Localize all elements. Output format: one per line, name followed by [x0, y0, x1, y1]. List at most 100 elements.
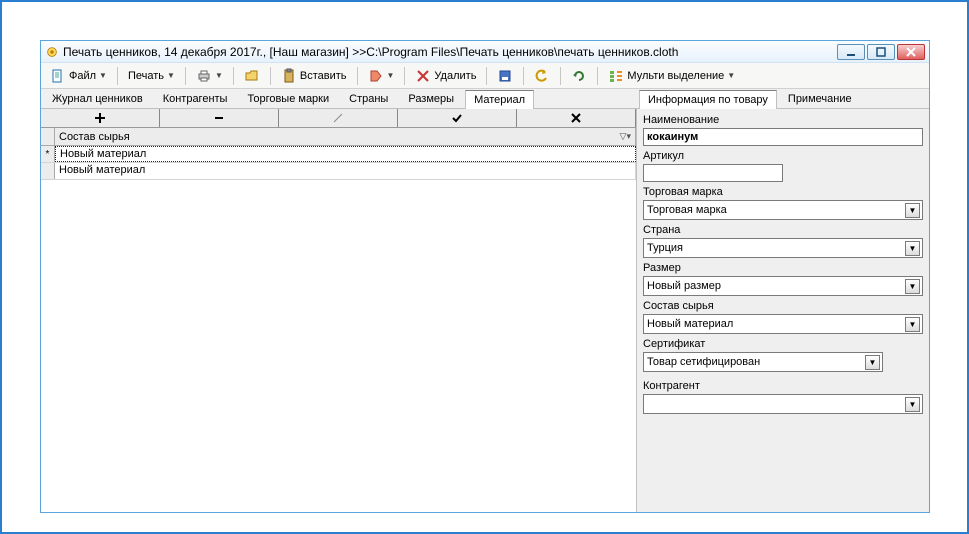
app-icon [45, 45, 59, 59]
printer-icon [196, 68, 212, 84]
filter-icon[interactable]: ▽▾ [620, 131, 631, 142]
multi-select-icon [608, 68, 624, 84]
window-title: Печать ценников, 14 декабря 2017г., [Наш… [63, 45, 837, 59]
label-material: Состав сырья [643, 300, 923, 312]
combo-value: Турция [647, 242, 683, 254]
label-article: Артикул [643, 150, 923, 162]
main-toolbar: Файл ▼ Печать ▼ ▼ Вставить [41, 63, 929, 89]
label-brand: Торговая марка [643, 186, 923, 198]
folder-open-icon [244, 68, 260, 84]
size-combo[interactable]: Новый размер ▼ [643, 276, 923, 296]
multi-label: Мульти выделение [627, 70, 724, 82]
separator [404, 67, 405, 85]
paste-label: Вставить [300, 70, 347, 82]
file-label: Файл [69, 70, 96, 82]
tag-button[interactable]: ▼ [363, 65, 400, 87]
edit-row-button[interactable] [279, 109, 398, 127]
separator [486, 67, 487, 85]
chevron-down-icon[interactable]: ▼ [905, 317, 920, 332]
tab-sizes[interactable]: Размеры [399, 89, 463, 108]
grid-action-bar [41, 109, 636, 128]
delete-label: Удалить [434, 70, 476, 82]
chevron-down-icon: ▼ [727, 71, 735, 80]
confirm-button[interactable] [398, 109, 517, 127]
row-indicator: * [41, 146, 55, 162]
undo-icon [534, 68, 550, 84]
material-combo[interactable]: Новый материал ▼ [643, 314, 923, 334]
chevron-down-icon[interactable]: ▼ [865, 355, 880, 370]
combo-value: Торговая марка [647, 204, 727, 216]
tab-brands[interactable]: Торговые марки [238, 89, 338, 108]
tab-countries[interactable]: Страны [340, 89, 397, 108]
chevron-down-icon: ▼ [167, 71, 175, 80]
minimize-button[interactable] [837, 44, 865, 60]
maximize-button[interactable] [867, 44, 895, 60]
separator [270, 67, 271, 85]
table-row[interactable]: * Новый материал [41, 146, 636, 163]
grid-indicator-header [41, 128, 55, 145]
chevron-down-icon: ▼ [387, 71, 395, 80]
tab-note[interactable]: Примечание [779, 89, 861, 108]
separator [185, 67, 186, 85]
cancel-button[interactable] [517, 109, 636, 127]
application-frame: Печать ценников, 14 декабря 2017г., [Наш… [0, 0, 969, 534]
separator [560, 67, 561, 85]
label-size: Размер [643, 262, 923, 274]
chevron-down-icon[interactable]: ▼ [905, 279, 920, 294]
tab-contractors[interactable]: Контрагенты [154, 89, 237, 108]
separator [597, 67, 598, 85]
undo-button[interactable] [529, 65, 555, 87]
cert-combo[interactable]: Товар сетифицирован ▼ [643, 352, 883, 372]
details-pane: Наименование Артикул Торговая марка Торг… [637, 109, 929, 512]
cell-value[interactable]: Новый материал [55, 146, 636, 162]
combo-value: Товар сетифицирован [647, 356, 760, 368]
contractor-combo[interactable]: ▼ [643, 394, 923, 414]
table-row[interactable]: Новый материал [41, 163, 636, 180]
open-button[interactable] [239, 65, 265, 87]
name-input[interactable] [643, 128, 923, 146]
tab-material[interactable]: Материал [465, 90, 534, 109]
close-button[interactable] [897, 44, 925, 60]
print-label: Печать [128, 70, 164, 82]
refresh-button[interactable] [566, 65, 592, 87]
print-button[interactable]: Печать ▼ [123, 67, 180, 85]
chevron-down-icon: ▼ [215, 71, 223, 80]
add-row-button[interactable] [41, 109, 160, 127]
save-button[interactable] [492, 65, 518, 87]
left-tabs: Журнал ценников Контрагенты Торговые мар… [41, 89, 637, 109]
paste-button[interactable]: Вставить [276, 65, 352, 87]
delete-button[interactable]: Удалить [410, 65, 481, 87]
material-grid[interactable]: Состав сырья ▽▾ * Новый материал Новый м… [41, 128, 636, 180]
separator [117, 67, 118, 85]
file-menu-button[interactable]: Файл ▼ [45, 65, 112, 87]
chevron-down-icon[interactable]: ▼ [905, 241, 920, 256]
grid-empty-area [41, 180, 636, 512]
label-name: Наименование [643, 114, 923, 126]
chevron-down-icon[interactable]: ▼ [905, 203, 920, 218]
separator [233, 67, 234, 85]
multi-select-button[interactable]: Мульти выделение ▼ [603, 65, 740, 87]
country-combo[interactable]: Турция ▼ [643, 238, 923, 258]
titlebar: Печать ценников, 14 декабря 2017г., [Наш… [41, 41, 929, 63]
refresh-icon [571, 68, 587, 84]
combo-value: Новый размер [647, 280, 721, 292]
article-input[interactable] [643, 164, 783, 182]
chevron-down-icon[interactable]: ▼ [905, 397, 920, 412]
column-header-composition[interactable]: Состав сырья ▽▾ [55, 128, 636, 145]
printer-button[interactable]: ▼ [191, 65, 228, 87]
paste-icon [281, 68, 297, 84]
tab-product-info[interactable]: Информация по товару [639, 90, 777, 109]
separator [357, 67, 358, 85]
cell-value[interactable]: Новый материал [55, 163, 636, 179]
right-tabs: Информация по товару Примечание [637, 89, 929, 109]
label-country: Страна [643, 224, 923, 236]
label-cert: Сертификат [643, 338, 923, 350]
save-icon [497, 68, 513, 84]
row-indicator [41, 163, 55, 179]
column-header-label: Состав сырья [59, 131, 130, 143]
brand-combo[interactable]: Торговая марка ▼ [643, 200, 923, 220]
tab-journal[interactable]: Журнал ценников [43, 89, 152, 108]
label-contractor: Контрагент [643, 380, 923, 392]
combo-value: Новый материал [647, 318, 733, 330]
remove-row-button[interactable] [160, 109, 279, 127]
